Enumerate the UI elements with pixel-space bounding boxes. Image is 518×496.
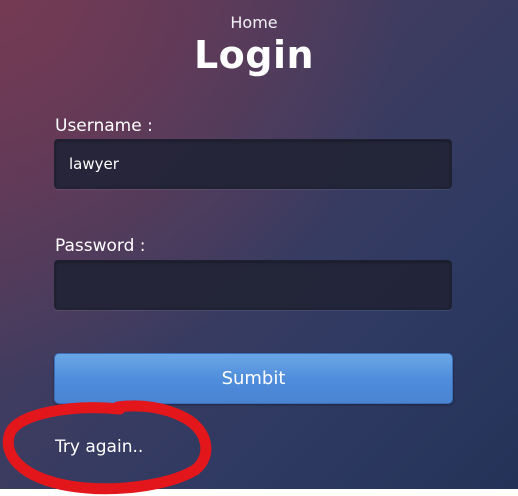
username-label: Username : — [55, 116, 153, 136]
username-field[interactable] — [54, 139, 452, 189]
password-field[interactable] — [54, 260, 452, 310]
password-label: Password : — [55, 236, 146, 256]
submit-button[interactable]: Sumbit — [54, 353, 453, 404]
page-title: Login — [193, 33, 315, 77]
login-page: Home Login Username : Password : Sumbit … — [0, 0, 518, 489]
home-link[interactable]: Home — [0, 13, 508, 32]
status-message: Try again.. — [55, 437, 144, 457]
